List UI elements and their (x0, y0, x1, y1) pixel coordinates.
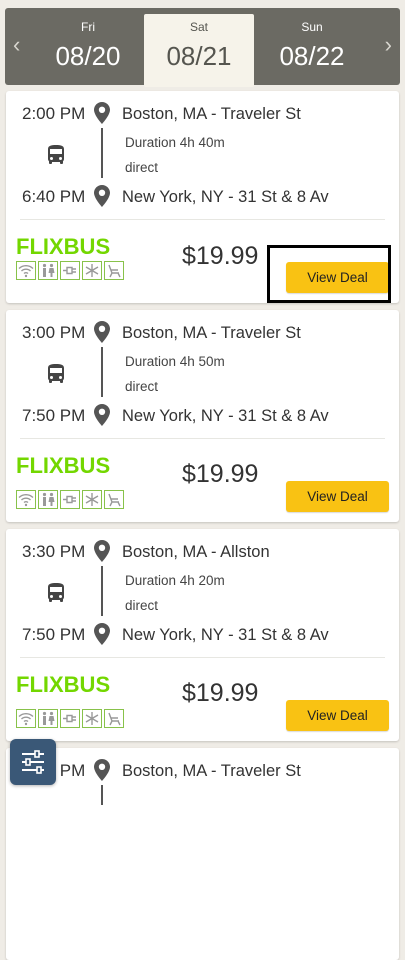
power-outlet-icon (60, 490, 80, 509)
previous-date-arrow-icon[interactable]: ‹ (13, 34, 20, 56)
arrival-time: 6:40 PM (22, 187, 86, 206)
date-value: 08/21 (166, 41, 232, 71)
view-deal-button[interactable]: View Deal (286, 700, 389, 731)
date-value: 08/20 (55, 41, 121, 71)
route-type: direct (125, 598, 159, 613)
flixbus-logo: FLIXBUS (16, 234, 110, 258)
route-line (101, 566, 103, 616)
amenities-list (16, 261, 124, 280)
trip-price: $19.99 (182, 242, 259, 270)
departure-location: Boston, MA - Allston (122, 543, 270, 561)
date-option-sat[interactable]: Sat 08/21 (144, 14, 254, 87)
date-option-sun[interactable]: Sun 08/22 (257, 20, 367, 72)
bus-icon (48, 583, 64, 602)
divider (20, 219, 385, 220)
departure-location: Boston, MA - Traveler St (122, 324, 301, 342)
filter-button[interactable] (10, 739, 56, 785)
route-line (101, 128, 103, 178)
divider (20, 438, 385, 439)
divider (20, 657, 385, 658)
arrival-location: New York, NY - 31 St & 8 Av (122, 407, 329, 425)
flixbus-logo: FLIXBUS (16, 672, 110, 696)
trip-card[interactable]: 3:30 PM Boston, MA - Traveler St (6, 748, 399, 960)
air-conditioning-icon (82, 490, 102, 509)
reclining-seat-icon (104, 261, 124, 280)
trip-card[interactable]: 3:00 PM Boston, MA - Traveler St Duratio… (6, 310, 399, 522)
trip-duration: Duration 4h 40m (125, 135, 225, 150)
date-value: 08/22 (279, 41, 345, 71)
air-conditioning-icon (82, 261, 102, 280)
bus-icon (48, 364, 64, 383)
svg-text:FLIXBUS: FLIXBUS (16, 672, 110, 696)
departure-time: 2:00 PM (22, 104, 86, 123)
departure-location: Boston, MA - Traveler St (122, 762, 301, 780)
route-type: direct (125, 160, 159, 175)
wifi-icon (16, 709, 36, 728)
selection-highlight (267, 245, 391, 303)
power-outlet-icon (60, 709, 80, 728)
svg-text:FLIXBUS: FLIXBUS (16, 234, 110, 258)
trip-duration: Duration 4h 20m (125, 573, 225, 588)
view-deal-button[interactable]: View Deal (286, 481, 389, 512)
departure-time: 3:30 PM (22, 542, 86, 561)
departure-time: 3:00 PM (22, 323, 86, 342)
departure-location: Boston, MA - Traveler St (122, 105, 301, 123)
restroom-icon (38, 261, 58, 280)
restroom-icon (38, 709, 58, 728)
location-pin-icon (94, 540, 110, 562)
trip-price: $19.99 (182, 460, 259, 488)
svg-text:FLIXBUS: FLIXBUS (16, 453, 110, 477)
arrival-time: 7:50 PM (22, 625, 86, 644)
date-selector: ‹ Fri 08/20 Sat 08/21 Sun 08/22 › (5, 8, 400, 87)
wifi-icon (16, 490, 36, 509)
location-pin-icon (94, 404, 110, 426)
date-day-label: Sun (301, 20, 323, 34)
date-option-fri[interactable]: Fri 08/20 (33, 20, 143, 72)
location-pin-icon (94, 623, 110, 645)
arrival-location: New York, NY - 31 St & 8 Av (122, 626, 329, 644)
trip-card[interactable]: 3:30 PM Boston, MA - Allston Duration 4h… (6, 529, 399, 741)
route-type: direct (125, 379, 159, 394)
next-date-arrow-icon[interactable]: › (385, 34, 392, 56)
arrival-location: New York, NY - 31 St & 8 Av (122, 188, 329, 206)
route-line (101, 347, 103, 397)
arrival-time: 7:50 PM (22, 406, 86, 425)
sliders-icon (22, 750, 44, 774)
amenities-list (16, 490, 124, 509)
power-outlet-icon (60, 261, 80, 280)
flixbus-logo: FLIXBUS (16, 453, 110, 477)
location-pin-icon (94, 185, 110, 207)
location-pin-icon (94, 759, 110, 781)
route-line (101, 785, 103, 805)
trip-price: $19.99 (182, 679, 259, 707)
location-pin-icon (94, 102, 110, 124)
bus-icon (48, 145, 64, 164)
air-conditioning-icon (82, 709, 102, 728)
date-day-label: Fri (81, 20, 95, 34)
wifi-icon (16, 261, 36, 280)
restroom-icon (38, 490, 58, 509)
amenities-list (16, 709, 124, 728)
reclining-seat-icon (104, 490, 124, 509)
location-pin-icon (94, 321, 110, 343)
reclining-seat-icon (104, 709, 124, 728)
date-day-label: Sat (189, 20, 208, 34)
trip-duration: Duration 4h 50m (125, 354, 225, 369)
